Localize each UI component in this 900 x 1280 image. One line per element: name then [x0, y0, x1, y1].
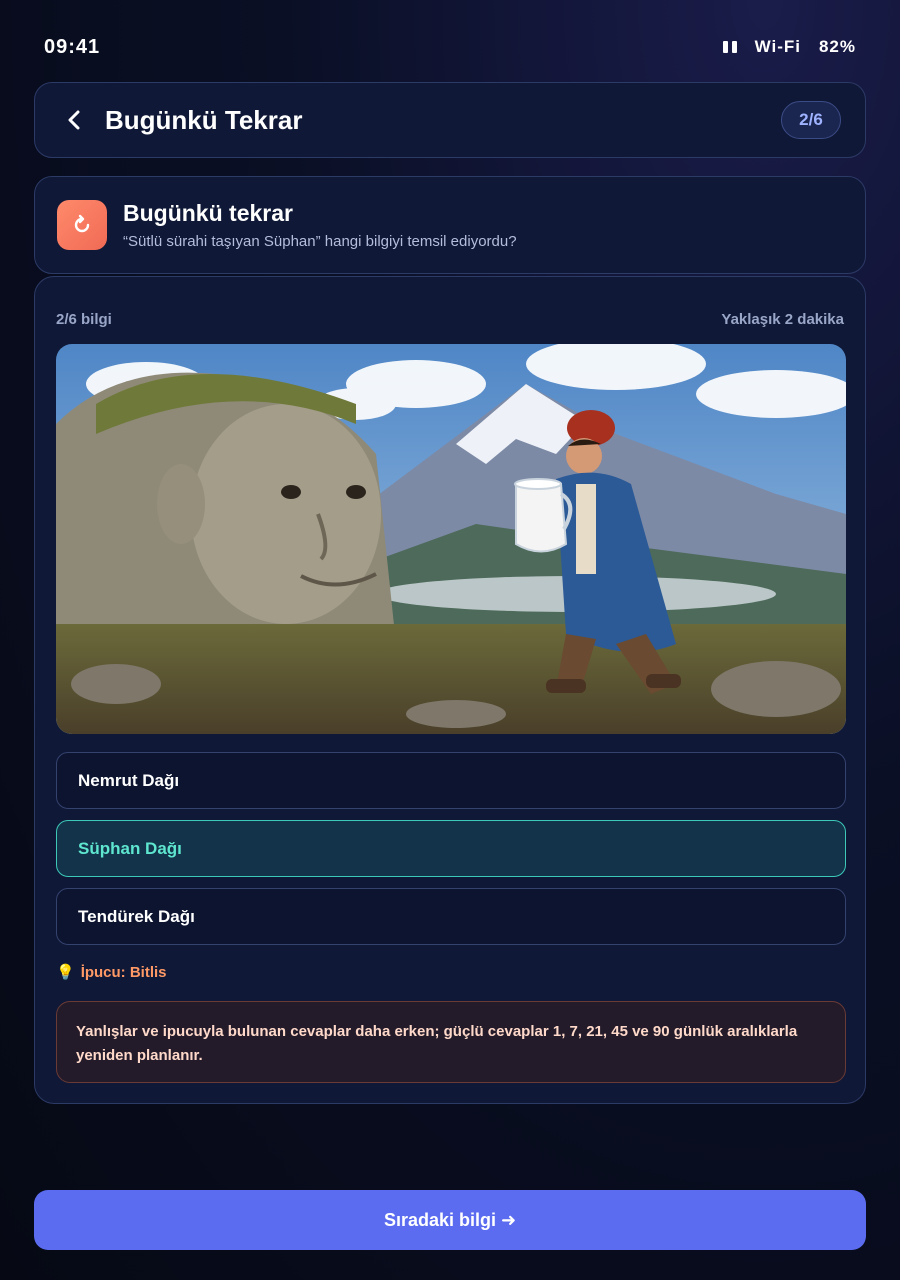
- status-bar: 09:41 Wi-Fi 82%: [44, 34, 856, 60]
- signal-icon: [722, 41, 737, 53]
- status-right: Wi-Fi 82%: [722, 37, 856, 57]
- intro-question: “Sütlü sürahi taşıyan Süphan” hangi bilg…: [123, 233, 517, 250]
- review-card: 2/6 bilgi Yaklaşık 2 dakika Nemrut Dağı …: [34, 276, 866, 1104]
- back-button[interactable]: [59, 105, 89, 135]
- status-time: 09:41: [44, 35, 101, 58]
- header-bar: Bugünkü Tekrar 2/6: [34, 82, 866, 158]
- meta-row: 2/6 bilgi Yaklaşık 2 dakika: [56, 311, 844, 328]
- answer-option-suphan[interactable]: Süphan Dağı: [56, 820, 846, 877]
- answer-option-tendurek[interactable]: Tendürek Dağı: [56, 888, 846, 945]
- hint-text: İpucu: Bitlis: [80, 963, 167, 981]
- page-title: Bugünkü Tekrar: [105, 104, 303, 135]
- answer-option-nemrut[interactable]: Nemrut Dağı: [56, 752, 846, 809]
- hint-line: 💡 İpucu: Bitlis: [56, 963, 167, 982]
- intro-text: Bugünkü tekrar “Sütlü sürahi taşıyan Süp…: [123, 200, 517, 250]
- next-button[interactable]: Sıradaki bilgi ➜: [34, 1190, 866, 1250]
- chevron-left-icon: [68, 110, 80, 130]
- refresh-icon: [57, 200, 107, 250]
- intro-card: Bugünkü tekrar “Sütlü sürahi taşıyan Süp…: [34, 176, 866, 274]
- intro-title: Bugünkü tekrar: [123, 200, 293, 226]
- wifi-label: Wi-Fi: [754, 37, 801, 56]
- duration-estimate: Yaklaşık 2 dakika: [721, 311, 844, 328]
- mnemonic-illustration: [56, 344, 846, 734]
- progress-badge: 2/6: [781, 101, 841, 139]
- progress-count: 2/6 bilgi: [56, 311, 112, 328]
- schedule-info-box: Yanlışlar ve ipucuyla bulunan cevaplar d…: [56, 1001, 846, 1083]
- battery-label: 82%: [818, 37, 856, 56]
- lightbulb-icon: 💡: [56, 964, 75, 981]
